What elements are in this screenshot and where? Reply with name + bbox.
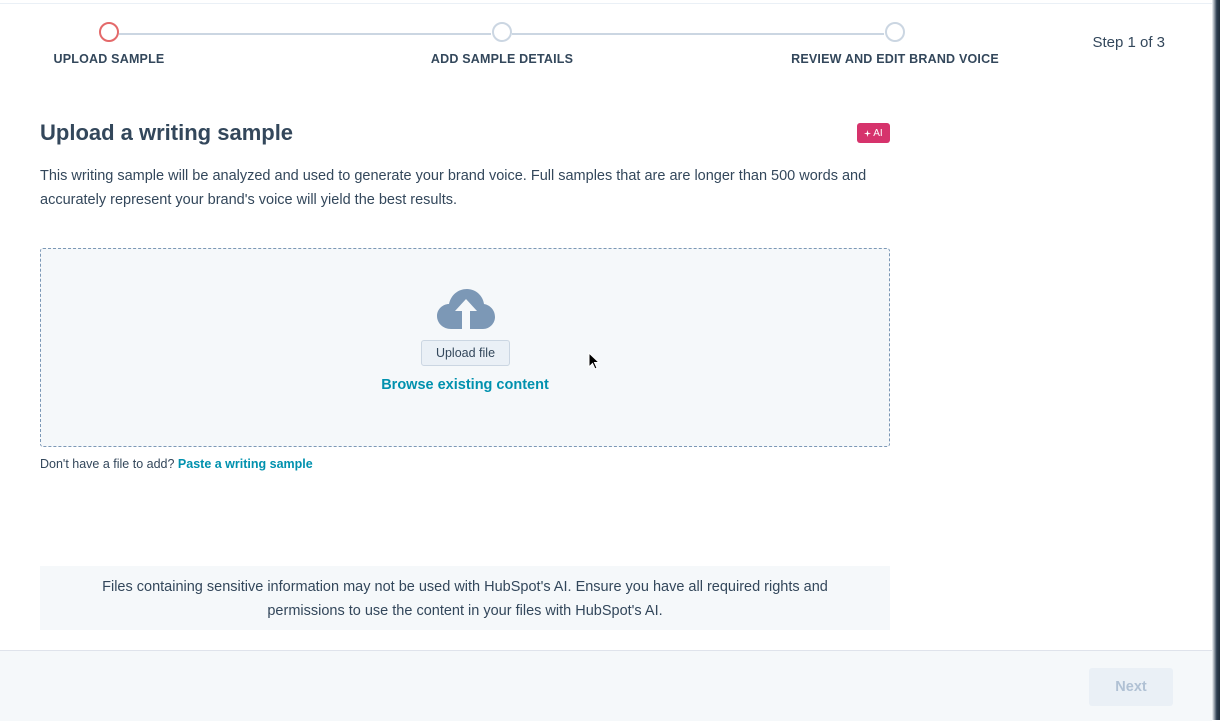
sparkle-icon [864,129,872,137]
progress-stepper: UPLOAD SAMPLE ADD SAMPLE DETAILS REVIEW … [0,22,1212,82]
top-divider [0,3,1212,4]
paste-sample-row: Don't have a file to add? Paste a writin… [40,457,313,471]
description-text: This writing sample will be analyzed and… [40,168,867,208]
step-2-label: ADD SAMPLE DETAILS [430,52,574,66]
step-3-indicator [885,22,905,42]
step-2-indicator [492,22,512,42]
window-edge [1212,0,1220,720]
step-count: Step 1 of 3 [1092,34,1165,51]
mouse-cursor-icon [588,352,600,370]
upload-file-button[interactable]: Upload file [421,340,510,366]
cloud-upload-icon [437,289,495,329]
paste-writing-sample-link[interactable]: Paste a writing sample [178,457,313,471]
paste-prompt: Don't have a file to add? [40,457,175,471]
ai-badge: AI [857,123,890,143]
step-1-label: UPLOAD SAMPLE [53,52,165,66]
ai-badge-label: AI [873,127,883,139]
ai-usage-notice: Files containing sensitive information m… [40,566,890,630]
step-3-label: REVIEW AND EDIT BRAND VOICE [791,52,999,66]
file-dropzone[interactable]: Upload file Browse existing content [40,248,890,447]
browse-existing-content-link[interactable]: Browse existing content [41,377,889,393]
step-1-indicator [99,22,119,42]
next-button[interactable]: Next [1089,668,1173,706]
step-connector [512,33,884,35]
step-connector [119,33,491,35]
page-title: Upload a writing sample [40,120,294,145]
footer-bar: Next [0,650,1212,721]
